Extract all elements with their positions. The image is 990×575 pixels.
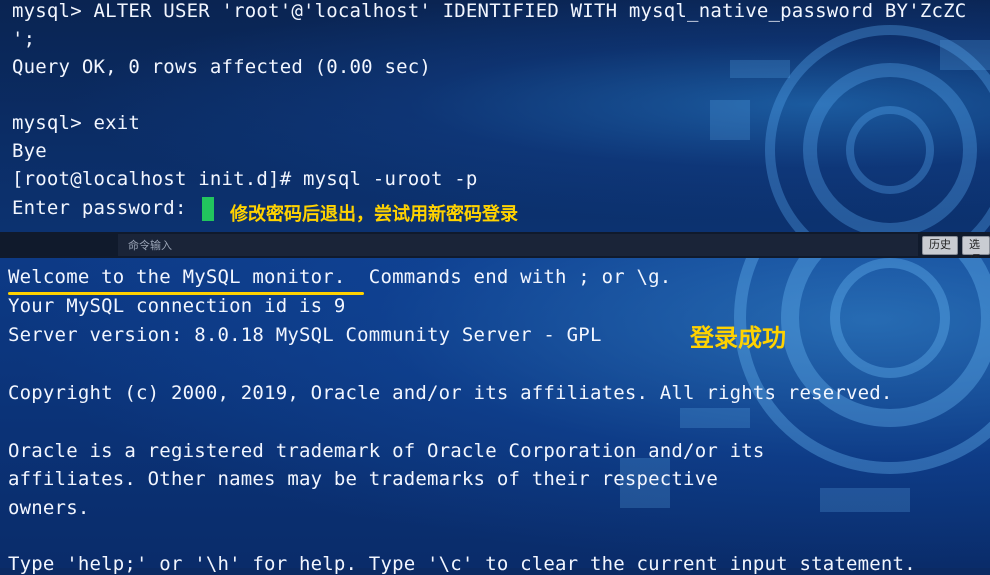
annotation-login-success: 登录成功 bbox=[690, 324, 786, 352]
terminal-line: [root@localhost init.d]# mysql -uroot -p bbox=[12, 168, 478, 190]
terminal-line: Type 'help;' or '\h' for help. Type '\c'… bbox=[8, 553, 916, 575]
command-bar: 历史 选项 bbox=[0, 232, 990, 266]
terminal-line: '; bbox=[12, 28, 36, 50]
terminal-top-pane: mysql> ALTER USER 'root'@'localhost' IDE… bbox=[0, 0, 990, 232]
terminal-line: affiliates. Other names may be trademark… bbox=[8, 468, 718, 490]
terminal-line: Your MySQL connection id is 9 bbox=[8, 295, 346, 317]
terminal-line: mysql> exit bbox=[12, 112, 141, 134]
terminal-line: Copyright (c) 2000, 2019, Oracle and/or … bbox=[8, 382, 893, 404]
terminal-line: mysql> ALTER USER 'root'@'localhost' IDE… bbox=[12, 0, 967, 22]
terminal-line: Server version: 8.0.18 MySQL Community S… bbox=[8, 324, 602, 346]
text-cursor bbox=[202, 197, 214, 221]
terminal-line: Oracle is a registered trademark of Orac… bbox=[8, 440, 765, 462]
background-circuit-graphic bbox=[620, 258, 990, 512]
terminal-line: Welcome to the MySQL monitor. Commands e… bbox=[8, 266, 672, 288]
terminal-line: Query OK, 0 rows affected (0.00 sec) bbox=[12, 56, 432, 78]
terminal-line: owners. bbox=[8, 497, 90, 519]
terminal-line: Enter password: bbox=[12, 197, 187, 219]
annotation-retry-login: 修改密码后退出，尝试用新密码登录 bbox=[230, 204, 518, 225]
options-button[interactable]: 选项 bbox=[962, 236, 990, 266]
background-circuit-graphic bbox=[710, 25, 990, 232]
history-button[interactable]: 历史 bbox=[922, 236, 958, 255]
command-input[interactable] bbox=[118, 234, 918, 256]
terminal-line: Bye bbox=[12, 140, 47, 162]
